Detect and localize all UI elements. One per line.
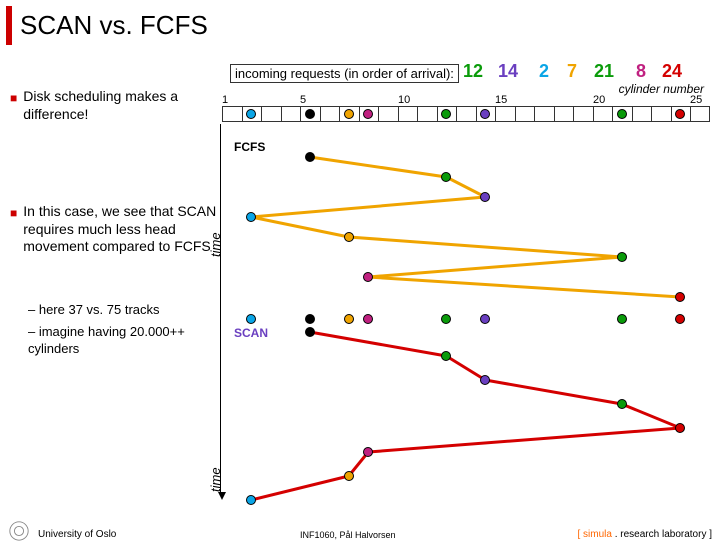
cylinder-dot [675, 314, 685, 324]
cylinder-dot [675, 423, 685, 433]
bullet-square-icon: ■ [10, 206, 17, 256]
uio-crest-icon [8, 520, 30, 542]
ruler-tick: 5 [300, 94, 306, 106]
cylinder-dot [344, 314, 354, 324]
diagram-area: cylinder number 1510152025 time time FCF… [222, 82, 710, 512]
title-bar: SCAN vs. FCFS [6, 6, 720, 45]
ruler-tick: 1 [222, 94, 228, 106]
bullet-1-text: Disk scheduling makes a difference! [23, 88, 220, 123]
footer-left: University of Oslo [38, 529, 116, 540]
cylinder-dot [363, 447, 373, 457]
cylinder-dot [480, 314, 490, 324]
ruler-tick: 10 [398, 94, 410, 106]
request-value: 24 [662, 61, 682, 82]
bullet-2-text: In this case, we see that SCAN requires … [23, 203, 220, 256]
cylinder-dot [441, 314, 451, 324]
cylinder-dot [617, 399, 627, 409]
request-value: 12 [463, 61, 483, 82]
bullet-1: ■ Disk scheduling makes a difference! [10, 88, 220, 123]
footer-center: INF1060, Pål Halvorsen [300, 530, 396, 540]
bullet-square-icon: ■ [10, 91, 17, 123]
bullet-2: ■ In this case, we see that SCAN require… [10, 203, 220, 256]
sub-bullet-1: – here 37 vs. 75 tracks [28, 302, 220, 319]
sub-bullet-2: – imagine having 20.000++ cylinders [28, 324, 220, 358]
cylinder-dot [617, 252, 627, 262]
cylinder-dot [305, 314, 315, 324]
ruler-boxes [222, 106, 710, 122]
cylinder-dot [305, 109, 315, 119]
ruler-tick: 15 [495, 94, 507, 106]
cylinder-dot [480, 375, 490, 385]
footer-right-rest: . research laboratory ] [612, 529, 712, 540]
request-value: 2 [539, 61, 549, 82]
cylinder-dot [441, 172, 451, 182]
cylinder-dot [246, 495, 256, 505]
cylinder-dot [344, 471, 354, 481]
request-value: 8 [636, 61, 646, 82]
cylinder-dot [441, 351, 451, 361]
fcfs-label: FCFS [234, 140, 265, 154]
time-label-2: time [208, 467, 223, 492]
cylinder-dot [246, 212, 256, 222]
cylinder-dot [363, 272, 373, 282]
bullets-panel: ■ Disk scheduling makes a difference! ■ … [10, 88, 220, 364]
cylinder-dot [305, 152, 315, 162]
incoming-requests-label: incoming requests (in order of arrival): [230, 64, 459, 83]
cylinder-dot [480, 192, 490, 202]
cylinder-dot [344, 232, 354, 242]
request-value: 14 [498, 61, 518, 82]
ruler-tick: 25 [690, 94, 702, 106]
cylinder-dot [617, 314, 627, 324]
scan-label: SCAN [234, 326, 268, 340]
cylinder-dot [305, 327, 315, 337]
path-lines [222, 82, 710, 512]
footer-right-brand: [ simula [578, 529, 612, 540]
time-label-1: time [208, 232, 223, 257]
cylinder-dot [344, 109, 354, 119]
ruler-tick: 20 [593, 94, 605, 106]
cylinder-dot [246, 314, 256, 324]
request-value: 7 [567, 61, 577, 82]
footer-right: [ simula . research laboratory ] [578, 529, 713, 540]
sub-bullets: – here 37 vs. 75 tracks – imagine having… [28, 302, 220, 359]
cylinder-dot [363, 314, 373, 324]
cylinder-dot [675, 292, 685, 302]
request-value: 21 [594, 61, 614, 82]
time-axis [220, 124, 221, 494]
time-arrow-icon [218, 492, 226, 500]
slide-title: SCAN vs. FCFS [20, 10, 720, 41]
cylinder-dot [617, 109, 627, 119]
